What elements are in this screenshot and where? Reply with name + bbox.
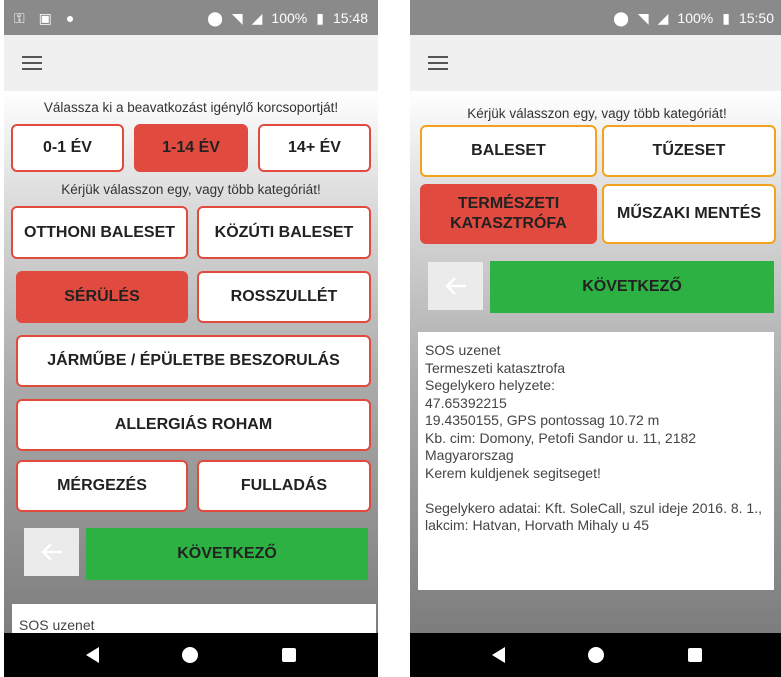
category-accident[interactable]: BALESET: [420, 125, 597, 177]
next-button[interactable]: KÖVETKEZŐ: [490, 261, 774, 313]
menu-icon[interactable]: [22, 56, 42, 70]
category-allergy[interactable]: ALLERGIÁS ROHAM: [16, 399, 371, 451]
category-choking[interactable]: FULLADÁS: [197, 460, 371, 512]
category-home-accident[interactable]: OTTHONI BALESET: [11, 206, 188, 259]
status-bar: ⬤ ◥ ◢ 100% ▮ 15:50: [410, 0, 781, 35]
age-button-14-plus[interactable]: 14+ ÉV: [258, 124, 371, 172]
app-bar: [4, 35, 378, 91]
nav-home-icon[interactable]: [588, 647, 605, 663]
battery-percent: 100%: [677, 9, 714, 26]
wifi-icon: ◥: [231, 9, 243, 26]
category-fire[interactable]: TŰZESET: [602, 125, 776, 177]
nav-home-icon[interactable]: [182, 647, 199, 663]
arrow-left-icon: [40, 543, 62, 561]
nav-back-icon[interactable]: [85, 647, 99, 663]
menu-icon[interactable]: [428, 56, 448, 70]
clock: 15:50: [738, 9, 774, 26]
nav-recent-icon[interactable]: [688, 648, 703, 662]
sos-message-box: SOS uzenet Termeszeti katasztrofa Segely…: [418, 332, 774, 590]
category-poisoning[interactable]: MÉRGEZÉS: [16, 460, 188, 512]
category-injury[interactable]: SÉRÜLÉS: [16, 271, 188, 323]
category-trapped[interactable]: JÁRMŰBE / ÉPÜLETBE BESZORULÁS: [16, 335, 371, 387]
main-content: Kérjük válasszon egy, vagy több kategóri…: [410, 91, 781, 633]
navigation-bar: [4, 633, 378, 677]
wifi-icon: ◥: [637, 9, 649, 26]
category-prompt: Kérjük válasszon egy, vagy több kategóri…: [61, 182, 321, 197]
category-road-accident[interactable]: KÖZÚTI BALESET: [197, 206, 371, 259]
app-bar: [410, 35, 781, 91]
battery-saver-icon: ▣: [38, 9, 52, 26]
age-button-1-14[interactable]: 1-14 ÉV: [134, 124, 248, 172]
category-natural-disaster[interactable]: TERMÉSZETI KATASZTRÓFA: [420, 184, 597, 244]
location-icon: ⬤: [207, 9, 223, 26]
arrow-left-icon: [444, 277, 466, 295]
next-button[interactable]: KÖVETKEZŐ: [86, 528, 368, 580]
category-sickness[interactable]: ROSSZULLÉT: [197, 271, 371, 323]
category-technical-rescue[interactable]: MŰSZAKI MENTÉS: [602, 184, 776, 244]
age-prompt: Válassza ki a beavatkozást igénylő korcs…: [43, 100, 339, 115]
location-icon: ⬤: [613, 9, 629, 26]
navigation-bar: [410, 633, 781, 677]
battery-percent: 100%: [271, 9, 308, 26]
clock: 15:48: [332, 9, 368, 26]
right-phone-screen: ⬤ ◥ ◢ 100% ▮ 15:50 Kérjük válasszon egy,…: [410, 0, 781, 677]
signal-icon: ◢: [657, 9, 669, 26]
back-button[interactable]: [428, 262, 483, 310]
left-phone-screen: ⚿ ▣ ● ⬤ ◥ ◢ 100% ▮ 15:48 Válassza ki a b…: [4, 0, 378, 677]
key-icon: ⚿: [14, 9, 25, 26]
back-button[interactable]: [24, 528, 79, 576]
nav-back-icon[interactable]: [491, 647, 505, 663]
signal-icon: ◢: [251, 9, 263, 26]
category-prompt: Kérjük válasszon egy, vagy több kategóri…: [467, 106, 727, 121]
status-bar: ⚿ ▣ ● ⬤ ◥ ◢ 100% ▮ 15:48: [4, 0, 378, 35]
age-button-0-1[interactable]: 0-1 ÉV: [11, 124, 124, 172]
circle-icon: ●: [65, 9, 75, 26]
main-content: Válassza ki a beavatkozást igénylő korcs…: [4, 91, 378, 644]
battery-icon: ▮: [722, 9, 730, 26]
battery-icon: ▮: [316, 9, 324, 26]
nav-recent-icon[interactable]: [282, 648, 297, 662]
